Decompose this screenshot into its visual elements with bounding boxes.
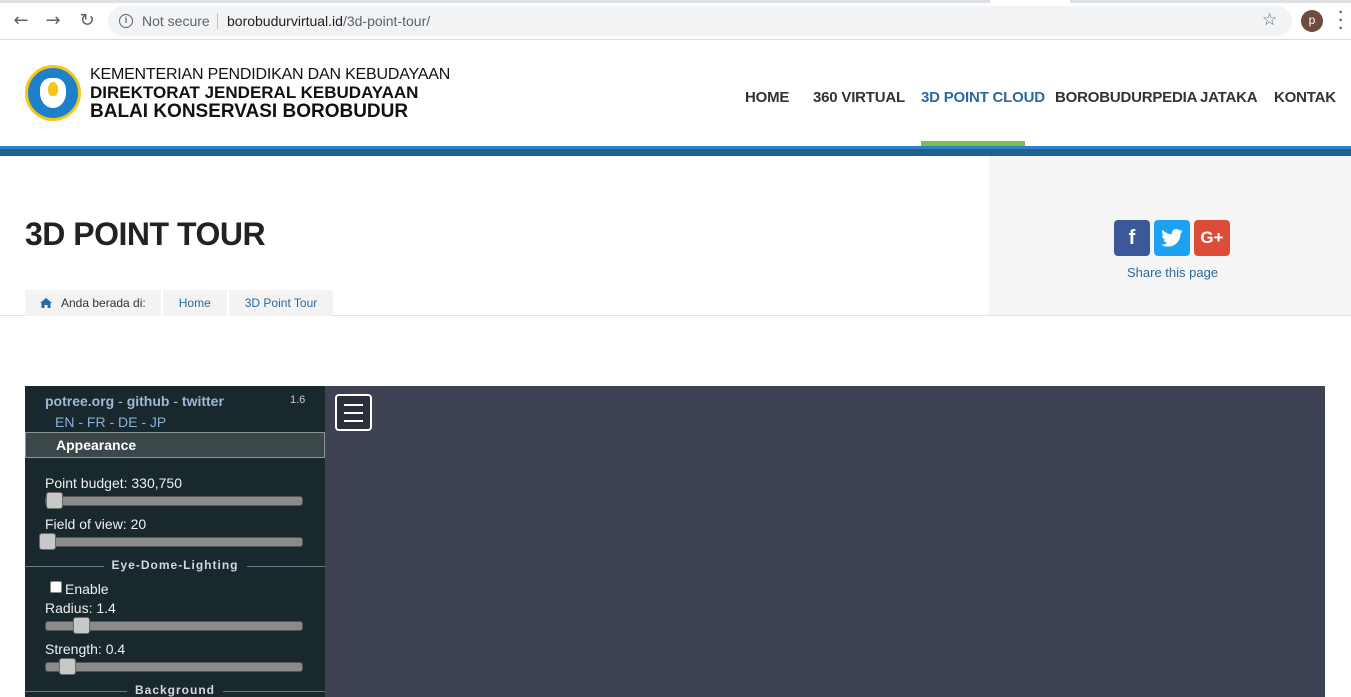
- nav-borobudurpedia[interactable]: BOROBUDURPEDIA: [1055, 89, 1197, 106]
- share-label[interactable]: Share this page: [1127, 265, 1218, 280]
- nav-kontak[interactable]: KONTAK: [1274, 89, 1336, 106]
- point-budget-label: Point budget: 330,750: [45, 475, 183, 491]
- strength-slider[interactable]: [45, 658, 303, 675]
- edl-enable-checkbox[interactable]: [50, 581, 62, 593]
- reload-icon[interactable]: ↻: [76, 10, 98, 32]
- breadcrumb-current[interactable]: 3D Point Tour: [226, 290, 334, 316]
- nav-360-virtual[interactable]: 360 VIRTUAL: [813, 89, 905, 106]
- potree-viewer[interactable]: potree.org - github - twitter 1.6 EN - F…: [25, 386, 1325, 697]
- page-title-area: 3D POINT TOUR Anda berada di: Home 3D Po…: [0, 156, 1351, 316]
- strength-thumb[interactable]: [59, 658, 76, 675]
- potree-links: potree.org - github - twitter: [45, 393, 224, 409]
- home-icon: [40, 298, 52, 308]
- ministry-logo[interactable]: [25, 65, 81, 121]
- link-twitter[interactable]: twitter: [182, 393, 224, 409]
- appearance-section-header[interactable]: Appearance: [25, 432, 325, 458]
- point-budget-slider[interactable]: [45, 492, 303, 509]
- profile-avatar[interactable]: p: [1301, 10, 1323, 32]
- twitter-share-button[interactable]: [1154, 220, 1190, 256]
- org-office: BALAI KONSERVASI BOROBUDUR: [90, 101, 409, 122]
- fov-slider[interactable]: [39, 533, 303, 550]
- breadcrumb-home[interactable]: Home: [160, 290, 227, 316]
- strength-label: Strength: 0.4: [45, 641, 126, 657]
- potree-sidebar: potree.org - github - twitter 1.6 EN - F…: [25, 386, 325, 697]
- facebook-share-button[interactable]: f: [1114, 220, 1150, 256]
- nav-jataka[interactable]: JATAKA: [1200, 89, 1258, 106]
- hamburger-icon: [344, 404, 363, 406]
- breadcrumb-label: Anda berada di:: [61, 296, 146, 310]
- background-title: Background: [25, 683, 325, 697]
- edl-title: Eye-Dome-Lighting: [25, 558, 325, 572]
- header-divider: [0, 146, 1351, 156]
- browser-toolbar: ← → ↻ i Not secure borobudurvirtual.id/3…: [0, 0, 1351, 40]
- bookmark-star-icon[interactable]: ☆: [1262, 10, 1277, 30]
- hamburger-icon-bar: [344, 412, 363, 414]
- breadcrumb: Anda berada di: Home 3D Point Tour: [25, 290, 334, 316]
- address-bar[interactable]: i Not secure borobudurvirtual.id/3d-poin…: [108, 6, 1292, 36]
- nav-3d-point-cloud[interactable]: 3D POINT CLOUD: [921, 89, 1045, 106]
- fov-label: Field of view: 20: [45, 516, 147, 532]
- page-right-margin: [1325, 386, 1351, 697]
- googleplus-share-button[interactable]: G+: [1194, 220, 1230, 256]
- share-box: f G+ Share this page: [989, 156, 1351, 315]
- url-domain: borobudurvirtual.id: [227, 13, 343, 29]
- potree-version: 1.6: [290, 394, 306, 406]
- point-budget-thumb[interactable]: [46, 492, 63, 509]
- back-arrow-icon[interactable]: ←: [10, 10, 32, 32]
- twitter-bird-icon: [1161, 229, 1183, 247]
- tab-strip: [0, 0, 1351, 3]
- fov-thumb[interactable]: [39, 533, 56, 550]
- link-potree[interactable]: potree.org: [45, 393, 114, 409]
- link-github[interactable]: github: [127, 393, 170, 409]
- logo-flame: [48, 82, 58, 96]
- hamburger-icon-bar: [344, 420, 363, 422]
- language-links[interactable]: EN - FR - DE - JP: [55, 414, 166, 430]
- url-text[interactable]: borobudurvirtual.id/3d-point-tour/: [227, 13, 430, 29]
- edl-enable-label[interactable]: Enable: [65, 581, 109, 597]
- nav-home[interactable]: HOME: [745, 89, 789, 106]
- org-directorate: DIREKTORAT JENDERAL KEBUDAYAAN: [90, 83, 419, 102]
- sidebar-toggle-button[interactable]: [335, 394, 372, 431]
- radius-slider[interactable]: [45, 617, 303, 634]
- url-path: /3d-point-tour/: [342, 13, 431, 29]
- radius-label: Radius: 1.4: [45, 600, 116, 616]
- address-separator: [217, 13, 218, 29]
- active-tab-edge: [990, 0, 1070, 3]
- not-secure-label: Not secure: [142, 13, 210, 29]
- info-icon[interactable]: i: [119, 14, 133, 28]
- browser-menu-icon[interactable]: · · ·: [1336, 5, 1346, 37]
- site-header: KEMENTERIAN PENDIDIKAN DAN KEBUDAYAAN DI…: [0, 41, 1351, 146]
- forward-arrow-icon[interactable]: →: [42, 10, 64, 32]
- org-ministry: KEMENTERIAN PENDIDIKAN DAN KEBUDAYAAN: [90, 66, 451, 83]
- radius-thumb[interactable]: [73, 617, 90, 634]
- page-title: 3D POINT TOUR: [25, 216, 266, 252]
